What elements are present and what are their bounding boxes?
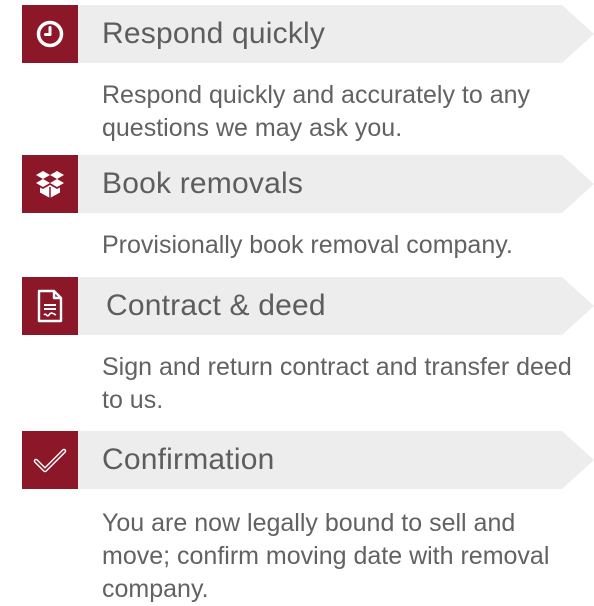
title-bar: Book removals [78,155,594,213]
icon-box [22,277,78,335]
checkmark-icon [33,448,67,473]
clock-icon [36,20,64,48]
icon-box [22,431,78,489]
step-title: Respond quickly [102,17,326,50]
boxes-icon [36,171,64,198]
step-title: Confirmation [102,443,275,476]
step-description: Provisionally book removal company. [102,231,513,259]
title-bar: Respond quickly [78,5,594,63]
step-description: You are now legally bound to sell and mo… [102,509,550,603]
step-title: Contract & deed [106,289,326,322]
step-title: Book removals [102,167,304,200]
step-header: Contract & deed [22,277,594,335]
title-bar: Contract & deed [78,277,594,335]
step-header: Book removals [22,155,594,213]
title-bar: Confirmation [78,431,594,489]
icon-box [22,5,78,63]
step-header: Confirmation [22,431,594,489]
step-description: Respond quickly and accurately to any qu… [102,81,531,142]
document-icon [37,289,63,323]
step-description: Sign and return contract and transfer de… [102,353,572,414]
icon-box [22,155,78,213]
step-header: Respond quickly [22,5,594,63]
